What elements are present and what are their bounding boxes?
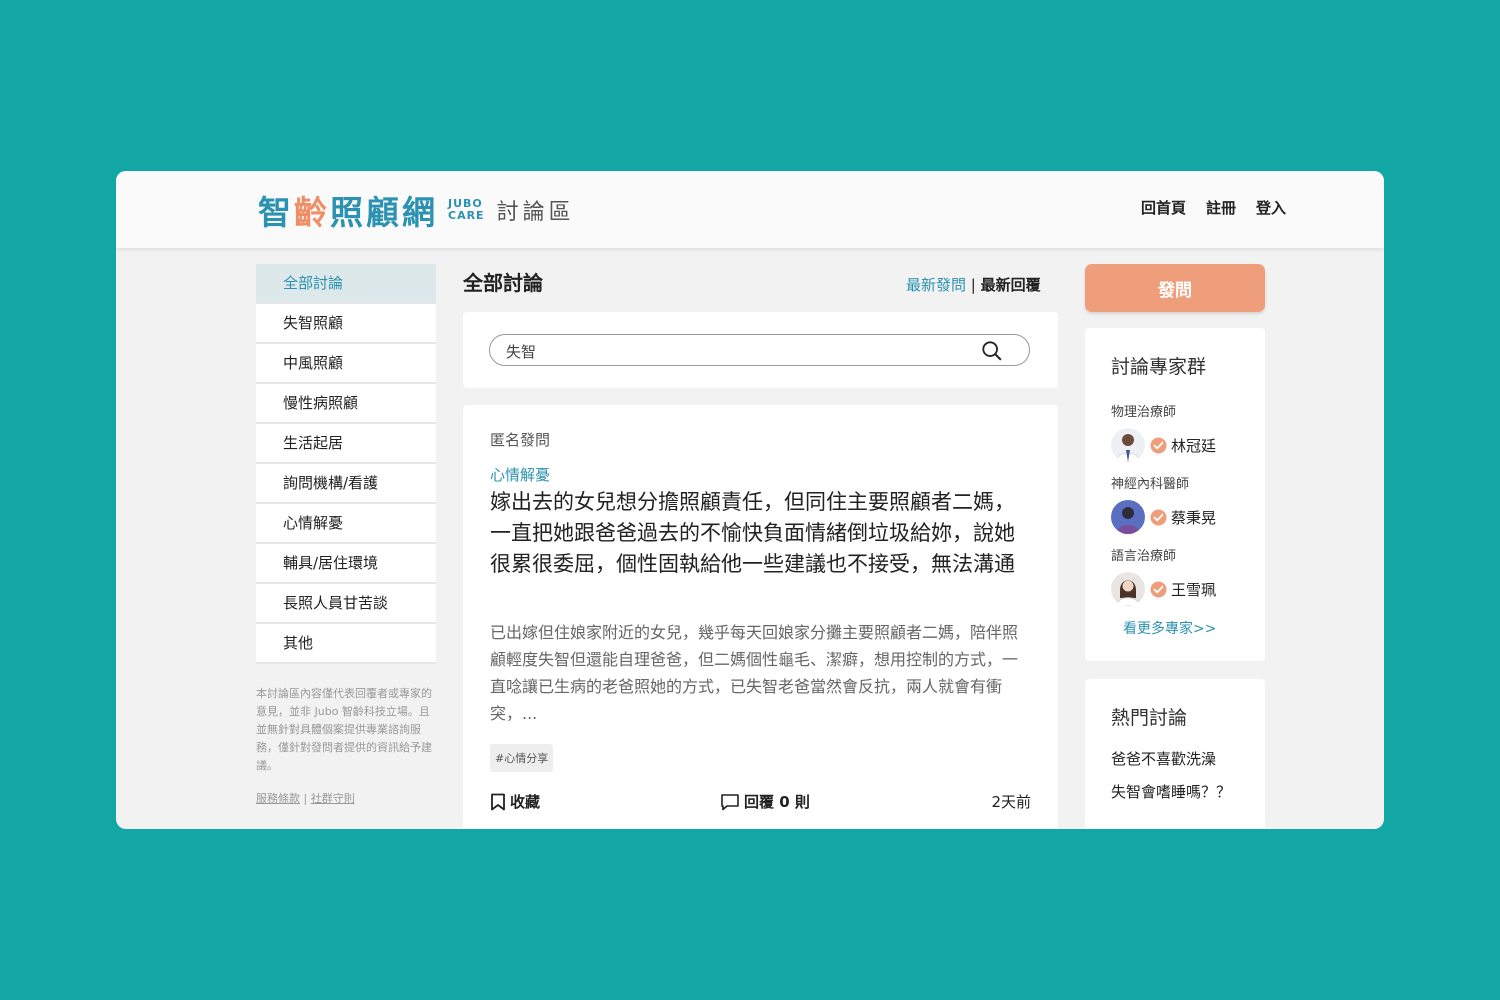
sidebar-item-all[interactable]: 全部討論 <box>256 264 436 304</box>
sidebar-item-daily-life[interactable]: 生活起居 <box>256 424 436 464</box>
save-button[interactable]: 收藏 <box>490 791 540 812</box>
logo-jubo-care: JUBO CARE <box>448 197 485 222</box>
post-title[interactable]: 嫁出去的女兒想分擔照顧責任，但同住主要照顧者二媽，一直把她跟爸爸過去的不愉快負面… <box>490 487 1030 580</box>
post-category[interactable]: 心情解憂 <box>490 464 550 485</box>
browser-window: 智齡照顧網 JUBO CARE 討論區 回首頁 註冊 登入 全部討論 失智照顧 … <box>116 171 1384 829</box>
site-header: 智齡照顧網 JUBO CARE 討論區 回首頁 註冊 登入 <box>116 171 1384 248</box>
hot-topic-item[interactable]: 失智會嗜睡嗎？？ <box>1111 783 1251 802</box>
comment-icon <box>721 793 739 810</box>
more-experts-link[interactable]: 看更多專家>> <box>1123 618 1216 638</box>
reply-count: 回覆 0 則 <box>744 793 810 811</box>
legal-links: 服務條款 | 社群守則 <box>256 790 355 806</box>
sidebar-item-emotions[interactable]: 心情解憂 <box>256 504 436 544</box>
sidebar-item-equipment[interactable]: 輔具/居住環境 <box>256 544 436 584</box>
login-link[interactable]: 登入 <box>1256 197 1286 218</box>
expert-name: 林冠廷 <box>1171 436 1217 455</box>
logo-mark: 智齡照顧網 <box>258 193 438 232</box>
post-actions: 收藏 回覆 0 則 2天前 <box>490 791 1031 815</box>
terms-link[interactable]: 服務條款 <box>256 792 300 805</box>
save-label: 收藏 <box>510 793 541 811</box>
community-rules-link[interactable]: 社群守則 <box>311 792 355 805</box>
expert-role: 語言治療師 <box>1111 549 1177 564</box>
avatar <box>1111 428 1145 462</box>
expert-card: 語言治療師 王雪珮 <box>1111 545 1261 606</box>
expert-card: 物理治療師 林冠廷 <box>1111 401 1261 462</box>
legal-separator: | <box>303 792 308 805</box>
disclaimer-text: 本討論區內容僅代表回覆者或專家的意見，並非 Jubo 智齡科技立場。且並無針對具… <box>256 687 432 772</box>
verified-icon <box>1150 581 1167 597</box>
expert-card: 神經內科醫師 蔡秉晃 <box>1111 473 1261 534</box>
sidebar-item-caregivers[interactable]: 長照人員甘苦談 <box>256 584 436 624</box>
sidebar-item-stroke[interactable]: 中風照顧 <box>256 344 436 384</box>
search-input[interactable] <box>504 339 968 363</box>
expert-link[interactable]: 蔡秉晃 <box>1111 500 1261 534</box>
page-title: 全部討論 <box>463 271 543 295</box>
hot-topics-title: 熱門討論 <box>1111 707 1188 729</box>
home-link[interactable]: 回首頁 <box>1141 197 1186 218</box>
ask-question-button[interactable]: 發問 <box>1085 264 1265 312</box>
post-tag[interactable]: #心情分享 <box>490 744 554 772</box>
sidebar-item-institution[interactable]: 詢問機構/看護 <box>256 464 436 504</box>
sort-latest-replies[interactable]: 最新回覆 <box>981 276 1041 294</box>
hot-topic-item[interactable]: 爸爸不喜歡洗澡 <box>1111 750 1251 769</box>
verified-icon <box>1150 509 1167 525</box>
sort-latest-posts[interactable]: 最新發問 <box>906 276 966 294</box>
post-card[interactable]: 匿名發問 心情解憂 嫁出去的女兒想分擔照顧責任，但同住主要照顧者二媽，一直把她跟… <box>463 405 1058 829</box>
expert-link[interactable]: 王雪珮 <box>1111 572 1261 606</box>
sort-options: 最新發問 | 最新回覆 <box>906 274 1041 295</box>
expert-role: 物理治療師 <box>1111 405 1177 420</box>
bookmark-icon <box>491 793 505 810</box>
expert-link[interactable]: 林冠廷 <box>1111 428 1261 462</box>
search-card <box>463 312 1058 388</box>
post-excerpt: 已出嫁但住娘家附近的女兒，幾乎每天回娘家分攤主要照顧者二媽，陪伴照顧輕度失智但還… <box>490 623 1019 723</box>
sidebar-item-dementia[interactable]: 失智照顧 <box>256 304 436 344</box>
expert-name: 蔡秉晃 <box>1171 508 1217 527</box>
expert-name: 王雪珮 <box>1171 580 1217 599</box>
verified-icon <box>1150 437 1167 453</box>
site-logo[interactable]: 智齡照顧網 JUBO CARE 討論區 <box>258 185 575 235</box>
reply-button[interactable]: 回覆 0 則 <box>720 791 810 812</box>
search-box <box>489 334 1030 366</box>
sidebar-item-other[interactable]: 其他 <box>256 624 436 664</box>
sort-separator: | <box>970 276 976 294</box>
top-nav: 回首頁 註冊 登入 <box>1141 197 1286 218</box>
expert-role: 神經內科醫師 <box>1111 477 1190 492</box>
search-icon[interactable] <box>981 340 1003 362</box>
avatar <box>1111 500 1145 534</box>
experts-title: 討論專家群 <box>1111 356 1207 378</box>
sidebar-item-chronic[interactable]: 慢性病照顧 <box>256 384 436 424</box>
post-author: 匿名發問 <box>490 431 551 449</box>
post-time: 2天前 <box>991 793 1031 811</box>
section-name: 討論區 <box>496 200 575 225</box>
register-link[interactable]: 註冊 <box>1206 197 1236 218</box>
avatar <box>1111 572 1145 606</box>
experts-panel: 討論專家群 物理治療師 林冠廷 神經內科醫師 蔡秉晃 語言治療師 王雪珮 看更多… <box>1085 328 1265 661</box>
hot-topics-panel: 熱門討論 爸爸不喜歡洗澡 失智會嗜睡嗎？？ <box>1085 679 1265 829</box>
category-sidebar: 全部討論 失智照顧 中風照顧 慢性病照顧 生活起居 詢問機構/看護 心情解憂 輔… <box>256 264 436 664</box>
